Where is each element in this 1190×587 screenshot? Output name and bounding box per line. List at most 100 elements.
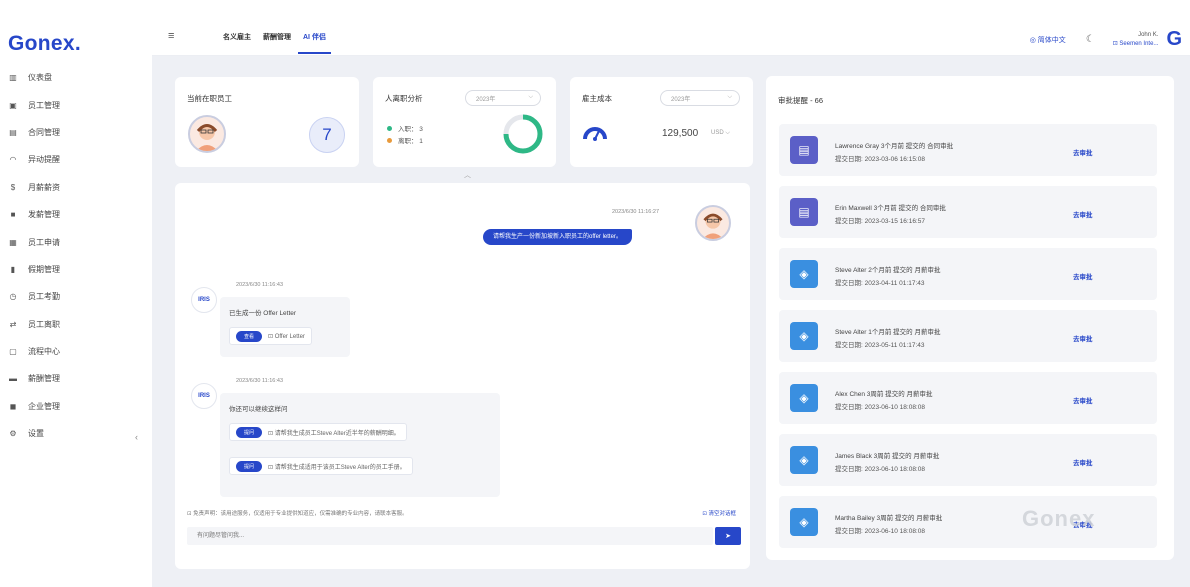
go-approve-link[interactable]: 去审批 (1073, 271, 1093, 281)
sidebar-item-monthly-pay[interactable]: $ 月薪薪资 (0, 174, 152, 201)
sidebar-item-attendance[interactable]: ◷ 员工考勤 (0, 283, 152, 310)
ask-button[interactable]: 提问 (236, 426, 262, 438)
approval-date: 提交日期: 2023-05-11 01:17:43 (835, 342, 925, 349)
suggestion-text: ⊡ 请帮我生成适用于该员工Steve Alter的员工手册。 (268, 464, 406, 471)
diamond-icon: ◈ (790, 508, 818, 536)
user-company: ⊡ Seemen Inte... (1112, 40, 1159, 47)
sidebar-item-leave[interactable]: ▮ 假期管理 (0, 256, 152, 283)
go-approve-link[interactable]: 去审批 (1073, 395, 1093, 405)
user-name: John K. (1138, 31, 1159, 38)
legend-offboard: 离职： 1 (387, 135, 423, 145)
sidebar-item-label: 设置 (28, 429, 44, 439)
sidebar-item-payout[interactable]: ■ 发薪管理 (0, 201, 152, 228)
tab-payroll[interactable]: 薪酬管理 (258, 24, 296, 54)
sidebar-item-payroll[interactable]: ▬ 薪酬管理 (0, 365, 152, 392)
id-card-icon: ▤ (790, 198, 818, 226)
top-tabs: 名义雇主 薪酬管理 AI 伴侣 (218, 24, 333, 54)
go-approve-link[interactable]: 去审批 (1073, 333, 1093, 343)
sidebar-nav: ▥ 仪表盘 ▣ 员工管理 ▤ 合同管理 ◠ 异动提醒 $ 月薪薪资 ■ 发薪管理 ▦ 员工申请… (0, 64, 152, 447)
sidebar-item-dashboard[interactable]: ▥ 仪表盘 (0, 64, 152, 91)
sidebar-item-label: 合同管理 (28, 127, 60, 137)
moon-icon[interactable]: ☾ (1086, 34, 1095, 45)
user-info[interactable]: John K. ⊡ Seemen Inte... (1113, 31, 1159, 49)
sidebar-item-settings[interactable]: ⚙ 设置 (0, 420, 152, 447)
employees-card-title: 当前在职员工 (187, 94, 232, 103)
suggestion-chip[interactable]: 提问 ⊡ 请帮我生成适用于该员工Steve Alter的员工手册。 (229, 457, 413, 475)
g-logo-icon: G (1166, 28, 1182, 50)
offer-letter-chip[interactable]: 查看 ⊡ Offer Letter (229, 327, 312, 345)
language-switch[interactable]: ◎ 简体中文 (1030, 35, 1066, 45)
go-approve-link[interactable]: 去审批 (1073, 457, 1093, 467)
approval-item[interactable]: ◈ Alex Chen 3周前 提交的 月薪审批 提交日期: 2023-06-1… (779, 372, 1157, 424)
approval-item[interactable]: ▤ Lawrence Gray 3个月前 提交的 合同审批 提交日期: 2023… (779, 124, 1157, 176)
cost-currency-select[interactable]: USD ⌵ (711, 130, 730, 137)
attendance-icon: ◷ (9, 292, 17, 302)
cost-value: 129,500 (662, 128, 699, 139)
flow-donut-chart (503, 114, 543, 154)
sidebar-item-process[interactable]: ▢ 流程中心 (0, 338, 152, 365)
onboard-dot (387, 125, 392, 131)
approval-summary: Steve Alter 2个月前 提交的 月薪审批 (835, 267, 941, 274)
sidebar-item-applications[interactable]: ▦ 员工申请 (0, 228, 152, 255)
chevron-down-icon: ⌵ (528, 94, 533, 100)
tab-ai-companion[interactable]: AI 伴侣 (298, 24, 331, 54)
sidebar-item-label: 薪酬管理 (28, 374, 60, 384)
offer-letter-file: ⊡ Offer Letter (268, 333, 305, 340)
employees-card: 当前在职员工 7 (175, 77, 359, 167)
suggestion-chip[interactable]: 提问 ⊡ 请帮我生成员工Steve Alter近半年的薪酬明细。 (229, 423, 407, 441)
tab-eor[interactable]: 名义雇主 (218, 24, 256, 54)
suggestion-text: ⊡ 请帮我生成员工Steve Alter近半年的薪酬明细。 (268, 430, 400, 437)
sidebar-item-label: 员工考勤 (28, 292, 60, 302)
bot-avatar: IRIS (191, 287, 217, 313)
approval-item[interactable]: ◈ Steve Alter 2个月前 提交的 月薪审批 提交日期: 2023-0… (779, 248, 1157, 300)
sidebar-item-label: 异动提醒 (28, 155, 60, 165)
diamond-icon: ◈ (790, 260, 818, 288)
company-icon: ◼ (9, 401, 17, 411)
avatar-face-icon (702, 213, 724, 239)
approval-summary: Martha Bailey 3周前 提交的 月薪审批 (835, 515, 943, 522)
sidebar-item-label: 流程中心 (28, 347, 60, 357)
approval-item[interactable]: ▤ Erin Maxwell 3个月前 提交的 合同审批 提交日期: 2023-… (779, 186, 1157, 238)
bot-message-text: 你还可以继续这样问 (229, 406, 288, 413)
sidebar-item-label: 员工申请 (28, 237, 60, 247)
top-bar: ≡ 名义雇主 薪酬管理 AI 伴侣 ◎ 简体中文 ☾ John K. ⊡ See… (152, 0, 1190, 56)
brand-logo[interactable]: Gonex. (8, 32, 81, 56)
diamond-icon: ◈ (790, 446, 818, 474)
dashboard-icon: ▥ (9, 73, 17, 83)
user-message-time: 2023/6/30 11:16:27 (612, 209, 659, 215)
leave-icon: ▮ (10, 264, 16, 274)
resign-icon: ⇄ (9, 319, 17, 329)
approval-date: 提交日期: 2023-03-06 16:15:08 (835, 156, 925, 163)
menu-icon[interactable]: ≡ (168, 30, 174, 42)
go-approve-link[interactable]: 去审批 (1073, 147, 1093, 157)
sidebar-item-label: 企业管理 (28, 401, 60, 411)
cost-year-value: 2023年 (671, 96, 691, 103)
offboard-dot (387, 137, 392, 143)
approval-date: 提交日期: 2023-06-10 18:08:08 (835, 404, 925, 411)
approval-item[interactable]: ◈ James Black 3周前 提交的 月薪审批 提交日期: 2023-06… (779, 434, 1157, 486)
approval-date: 提交日期: 2023-04-11 01:17:43 (835, 280, 925, 287)
flow-year-select[interactable]: 2023年 ⌵ (465, 90, 541, 106)
clear-chat-button[interactable]: ⊡ 清空对话框 (702, 509, 736, 517)
sidebar-collapse-button[interactable]: ‹ (135, 432, 138, 442)
approval-item[interactable]: ◈ Martha Bailey 3周前 提交的 月薪审批 提交日期: 2023-… (779, 496, 1157, 548)
cost-year-select[interactable]: 2023年 ⌵ (660, 90, 740, 106)
diamond-icon: ◈ (790, 322, 818, 350)
sidebar-item-resign[interactable]: ⇄ 员工离职 (0, 311, 152, 338)
sidebar-item-company[interactable]: ◼ 企业管理 (0, 393, 152, 420)
cost-card-title: 雇主成本 (582, 94, 612, 103)
chevron-up-icon[interactable]: ︿ (464, 170, 471, 180)
ask-button[interactable]: 提问 (236, 460, 262, 472)
offboard-label: 离职： 1 (398, 138, 423, 145)
go-approve-link[interactable]: 去审批 (1073, 209, 1093, 219)
avatar (188, 115, 226, 153)
view-button[interactable]: 查看 (236, 330, 262, 342)
approval-item[interactable]: ◈ Steve Alter 1个月前 提交的 月薪审批 提交日期: 2023-0… (779, 310, 1157, 362)
approval-date: 提交日期: 2023-03-15 16:16:57 (835, 218, 925, 225)
send-button[interactable]: ➤ (715, 527, 741, 545)
sidebar-item-employees[interactable]: ▣ 员工管理 (0, 91, 152, 118)
sidebar-item-label: 假期管理 (28, 264, 60, 274)
chat-input[interactable] (187, 527, 713, 545)
sidebar-item-alerts[interactable]: ◠ 异动提醒 (0, 146, 152, 173)
sidebar-item-contracts[interactable]: ▤ 合同管理 (0, 119, 152, 146)
